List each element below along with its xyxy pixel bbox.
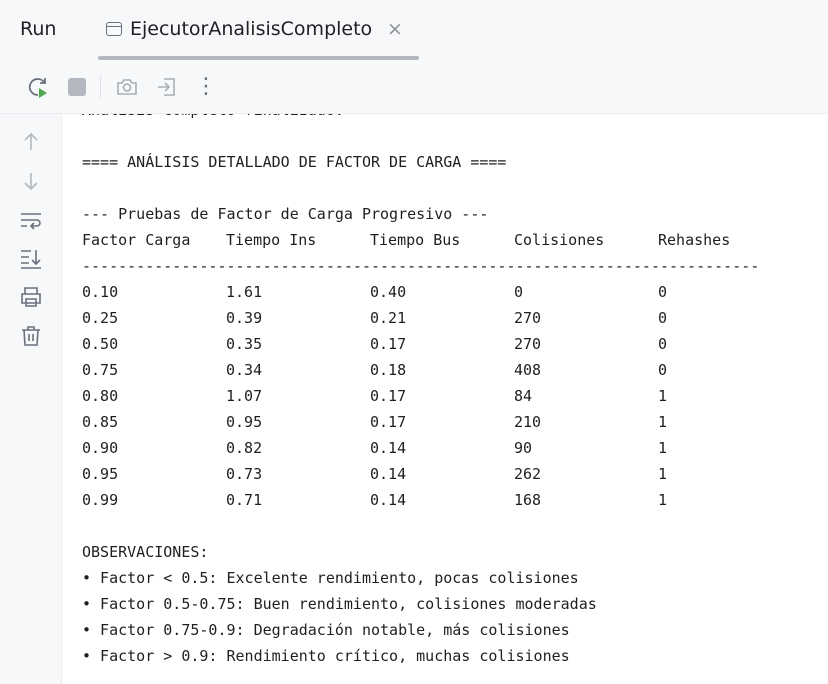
factor-carga-cell: 0.10	[82, 283, 119, 301]
factor-carga-cell: 0.80	[82, 387, 119, 405]
tiempo-bus-cell: 0.17	[370, 387, 407, 405]
section-title: ==== ANÁLISIS DETALLADO DE FACTOR DE CAR…	[82, 153, 507, 171]
toolbar-separator	[100, 76, 101, 98]
tiempo-ins-cell: 1.07	[226, 387, 263, 405]
tab-title: EjecutorAnalisisCompleto	[130, 18, 373, 40]
colisiones-cell: 270	[514, 309, 542, 327]
tiempo-ins-cell: 1.61	[226, 283, 263, 301]
run-toolbar: ⋮	[0, 60, 828, 114]
rehashes-cell: 0	[658, 309, 668, 327]
colisiones-cell: 270	[514, 335, 542, 353]
run-label: Run	[20, 18, 57, 40]
tiempo-bus-cell: 0.21	[370, 309, 407, 327]
header-tiempo-ins: Tiempo Ins	[226, 231, 317, 249]
table-row: 0.50 0.35 0.17 270 0	[82, 331, 782, 357]
rehashes-cell: 0	[658, 335, 668, 353]
tiempo-bus-cell: 0.14	[370, 465, 407, 483]
tiempo-bus-cell: 0.18	[370, 361, 407, 379]
tiempo-ins-cell: 0.39	[226, 309, 263, 327]
table-row: 0.25 0.39 0.21 270 0	[82, 305, 782, 331]
tiempo-ins-cell: 0.73	[226, 465, 263, 483]
colisiones-cell: 168	[514, 491, 542, 509]
tiempo-ins-cell: 0.95	[226, 413, 263, 431]
soft-wrap-icon[interactable]	[19, 208, 43, 232]
tiempo-bus-cell: 0.17	[370, 335, 407, 353]
table-row: 0.99 0.71 0.14 168 1	[82, 487, 782, 513]
table-separator: ----------------------------------------…	[82, 257, 760, 275]
rehashes-cell: 1	[658, 491, 668, 509]
run-tool-window-header: Run EjecutorAnalisisCompleto ×	[0, 0, 828, 60]
tiempo-bus-cell: 0.17	[370, 413, 407, 431]
observation-item: • Factor 0.5-0.75: Buen rendimiento, col…	[82, 595, 597, 613]
tiempo-ins-cell: 0.35	[226, 335, 263, 353]
factor-carga-cell: 0.75	[82, 361, 119, 379]
stop-icon[interactable]	[65, 75, 89, 99]
tiempo-ins-cell: 0.34	[226, 361, 263, 379]
colisiones-cell: 262	[514, 465, 542, 483]
camera-icon[interactable]	[115, 75, 139, 99]
observation-item: • Factor 0.75-0.9: Degradación notable, …	[82, 621, 570, 639]
factor-carga-cell: 0.50	[82, 335, 119, 353]
header-factor-carga: Factor Carga	[82, 231, 191, 249]
factor-carga-cell: 0.95	[82, 465, 119, 483]
colisiones-cell: 90	[514, 439, 533, 457]
console-gutter	[0, 114, 62, 684]
table-row: 0.95 0.73 0.14 262 1	[82, 461, 782, 487]
import-icon[interactable]	[155, 75, 179, 99]
subtitle: --- Pruebas de Factor de Carga Progresiv…	[82, 205, 489, 223]
arrow-down-icon[interactable]	[19, 169, 43, 193]
trash-icon[interactable]	[19, 324, 43, 348]
tiempo-ins-cell: 0.82	[226, 439, 263, 457]
console-output[interactable]: Análisis completo finalizado. ==== ANÁLI…	[62, 114, 828, 684]
table-row: 0.10 1.61 0.40 0 0	[82, 279, 782, 305]
close-tab-icon[interactable]: ×	[387, 18, 403, 40]
colisiones-cell: 210	[514, 413, 542, 431]
factor-carga-cell: 0.90	[82, 439, 119, 457]
rehashes-cell: 1	[658, 465, 668, 483]
table-header-row: Factor Carga Tiempo Ins Tiempo Bus Colis…	[82, 227, 782, 253]
rerun-icon[interactable]	[26, 75, 50, 99]
print-icon[interactable]	[19, 285, 43, 309]
scroll-to-end-icon[interactable]	[19, 246, 43, 270]
factor-carga-cell: 0.99	[82, 491, 119, 509]
tiempo-ins-cell: 0.71	[226, 491, 263, 509]
observations-title: OBSERVACIONES:	[82, 543, 209, 561]
rehashes-cell: 1	[658, 413, 668, 431]
rehashes-cell: 0	[658, 283, 668, 301]
observation-item: • Factor > 0.9: Rendimiento crítico, muc…	[82, 647, 570, 665]
rehashes-cell: 1	[658, 439, 668, 457]
tiempo-bus-cell: 0.14	[370, 491, 407, 509]
factor-carga-cell: 0.25	[82, 309, 119, 327]
table-row: 0.85 0.95 0.17 210 1	[82, 409, 782, 435]
rehashes-cell: 1	[658, 387, 668, 405]
header-rehashes: Rehashes	[658, 231, 731, 249]
tiempo-bus-cell: 0.40	[370, 283, 407, 301]
table-row: 0.90 0.82 0.14 90 1	[82, 435, 782, 461]
run-config-tab[interactable]: EjecutorAnalisisCompleto ×	[98, 8, 419, 60]
header-colisiones: Colisiones	[514, 231, 605, 249]
more-icon[interactable]: ⋮	[194, 75, 218, 99]
arrow-up-icon[interactable]	[19, 130, 43, 154]
factor-carga-cell: 0.85	[82, 413, 119, 431]
colisiones-cell: 0	[514, 283, 524, 301]
colisiones-cell: 84	[514, 387, 533, 405]
table-row: 0.75 0.34 0.18 408 0	[82, 357, 782, 383]
tiempo-bus-cell: 0.14	[370, 439, 407, 457]
console-line-clipped: Análisis completo finalizado.	[82, 114, 344, 123]
header-tiempo-bus: Tiempo Bus	[370, 231, 461, 249]
colisiones-cell: 408	[514, 361, 542, 379]
rehashes-cell: 0	[658, 361, 668, 379]
application-window-icon	[106, 22, 122, 36]
observation-item: • Factor < 0.5: Excelente rendimiento, p…	[82, 569, 579, 587]
table-row: 0.80 1.07 0.17 84 1	[82, 383, 782, 409]
